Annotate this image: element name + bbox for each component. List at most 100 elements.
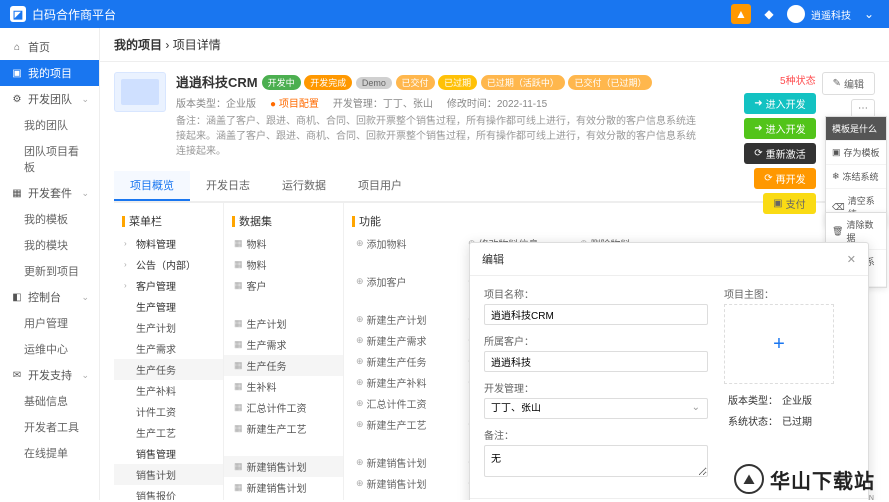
brand-name: 白码合作商平台 [32,6,116,23]
project-header: 逍逍科技CRM 开发中 开发完成 Demo 已交付 已过期 已过期（活跃中） 已… [114,72,875,159]
dataset-row[interactable]: ▦生产任务 [224,355,343,376]
notification-icon[interactable]: ◆ [759,4,779,24]
sidebar-item[interactable]: 基础信息 [0,388,99,414]
status-badge: 已过期 [438,75,477,90]
customer-input[interactable] [484,351,708,372]
sidebar-item[interactable]: ⚙开发团队⌄ [0,86,99,112]
function-item[interactable]: ⊕新建生产任务 [356,354,436,369]
edit-dialog: 编辑 ✕ 项目名称： 所属客户： 开发管理：丁丁、张山 备注：无 项目主图：+ … [469,242,869,500]
function-item[interactable]: ⊕新建销售计划 [356,476,436,491]
function-item[interactable]: ⊕新建生产工艺 [356,417,436,432]
status-badge: 开发中 [262,75,301,90]
tree-row[interactable]: 生产管理 [114,296,223,317]
project-thumbnail [114,72,166,112]
col3-header: 功能 [359,213,381,229]
tree-row[interactable]: 计件工资 [114,401,223,422]
dataset-row[interactable]: ▦客户 [224,275,343,296]
save-template-item[interactable]: ▣存为模板 [826,141,886,165]
col1-header: 菜单栏 [129,213,162,229]
tree-row[interactable]: 生产补料 [114,380,223,401]
tree-row[interactable]: 生产工艺 [114,422,223,443]
function-item[interactable]: ⊕新建生产计划 [356,312,436,327]
avatar[interactable] [787,5,805,23]
function-item[interactable]: ⊕新建销售计划 [356,455,436,470]
sidebar-item[interactable]: 团队项目看板 [0,138,99,180]
tree-row[interactable]: 销售管理 [114,443,223,464]
tree-row[interactable]: ›客户管理 [114,275,223,296]
sidebar-item[interactable]: 更新到项目 [0,258,99,284]
dataset-row[interactable]: ▦生补料 [224,376,343,397]
watermark-logo-icon: ⛰ [734,464,764,494]
upgrade-icon[interactable]: ▲ [731,4,751,24]
sidebar-item[interactable]: 运维中心 [0,336,99,362]
reactivate-button[interactable]: ⟳重新激活 [744,143,815,164]
dropdown-icon[interactable]: ⌄ [859,4,879,24]
close-icon[interactable]: ✕ [847,253,856,266]
tree-row[interactable]: 生产任务 [114,359,223,380]
tree-row[interactable]: 生产计划 [114,317,223,338]
tree-row[interactable]: 销售报价 [114,485,223,500]
dev-select[interactable]: 丁丁、张山 [484,398,708,419]
sidebar-item[interactable]: ▦开发套件⌄ [0,180,99,206]
dataset-row[interactable]: ▦物料 [224,254,343,275]
remark-textarea[interactable]: 无 [484,445,708,477]
sidebar-item[interactable]: 我的模块 [0,232,99,258]
function-item[interactable]: ⊕添加物料 [356,236,436,251]
project-title: 逍逍科技CRM [176,72,258,91]
dataset-row[interactable]: ▦生产需求 [224,334,343,355]
dataset-row[interactable]: ▦物料 [224,233,343,254]
status-badge: 已过期（活跃中） [481,75,565,90]
dataset-row[interactable]: ▦汇总计件工资 [224,397,343,418]
dataset-row[interactable]: ▦新建销售计划 [224,477,343,498]
tree-row[interactable]: 销售计划 [114,464,223,485]
status-badge: Demo [356,77,392,89]
crumb-current: 项目详情 [173,38,221,52]
tab[interactable]: 项目用户 [342,171,418,201]
function-item[interactable]: ⊕新建生产需求 [356,333,436,348]
crumb-root[interactable]: 我的项目 [114,38,162,52]
dataset-row[interactable]: ▦新建生产工艺 [224,418,343,439]
tree-row[interactable]: ›物料管理 [114,233,223,254]
topbar: ◪ 白码合作商平台 ▲ ◆ 逍遥科技 ⌄ [0,0,889,28]
enter-use-button[interactable]: ➜进入开发 [744,93,815,114]
company-name[interactable]: 逍遥科技 [811,7,851,22]
watermark: ⛰ 华山下载站 [734,464,875,494]
pay-button[interactable]: ▣支付 [763,193,815,214]
sidebar-item[interactable]: ✉开发支持⌄ [0,362,99,388]
sidebar-item[interactable]: ▣我的项目 [0,60,99,86]
freeze-system-item[interactable]: ❄冻结系统 [826,165,886,189]
sidebar-item[interactable]: 我的团队 [0,112,99,138]
dataset-row[interactable]: ▦生产计划 [224,313,343,334]
function-item[interactable]: ⊕添加客户 [356,274,436,289]
dataset-row[interactable] [224,296,343,313]
dataset-row[interactable]: ▦新建销售计划 [224,456,343,477]
enter-dev-button[interactable]: ➜进入开发 [744,118,815,139]
upload-image[interactable]: + [724,304,834,384]
sidebar-item[interactable]: ⌂首页 [0,34,99,60]
col2-header: 数据集 [239,213,272,229]
project-name-input[interactable] [484,304,708,325]
logo-icon: ◪ [10,6,26,22]
tab[interactable]: 项目概览 [114,171,190,201]
dialog-title: 编辑 [482,251,504,267]
project-desc: 涵盖了客户、跟进、商机、合同、回款开票整个销售过程，所有操作都可线上进行，有效分… [176,116,696,157]
function-item[interactable]: ⊕汇总计件工资 [356,396,436,411]
tab[interactable]: 运行数据 [266,171,342,201]
status-badge: 开发完成 [304,75,352,90]
tree-row[interactable]: ›公告（内部） [114,254,223,275]
sidebar-item[interactable]: 我的模板 [0,206,99,232]
tree-row[interactable]: 生产需求 [114,338,223,359]
status-badge: 已交付 [396,75,435,90]
project-config-link[interactable]: ● 项目配置 [270,95,319,110]
tab[interactable]: 开发日志 [190,171,266,201]
edit-button[interactable]: ✎编辑 [822,72,875,95]
redev-button[interactable]: ⟳再开发 [754,168,815,189]
function-item[interactable]: ⊕新建生产补料 [356,375,436,390]
breadcrumb: 我的项目 › 项目详情 [100,28,889,62]
sidebar-item[interactable]: 用户管理 [0,310,99,336]
sidebar-item[interactable]: ◧控制台⌄ [0,284,99,310]
sidebar: ⌂首页▣我的项目⚙开发团队⌄我的团队团队项目看板▦开发套件⌄我的模板我的模块更新… [0,28,100,500]
dataset-row[interactable] [224,439,343,456]
sidebar-item[interactable]: 在线提单 [0,440,99,466]
sidebar-item[interactable]: 开发者工具 [0,414,99,440]
